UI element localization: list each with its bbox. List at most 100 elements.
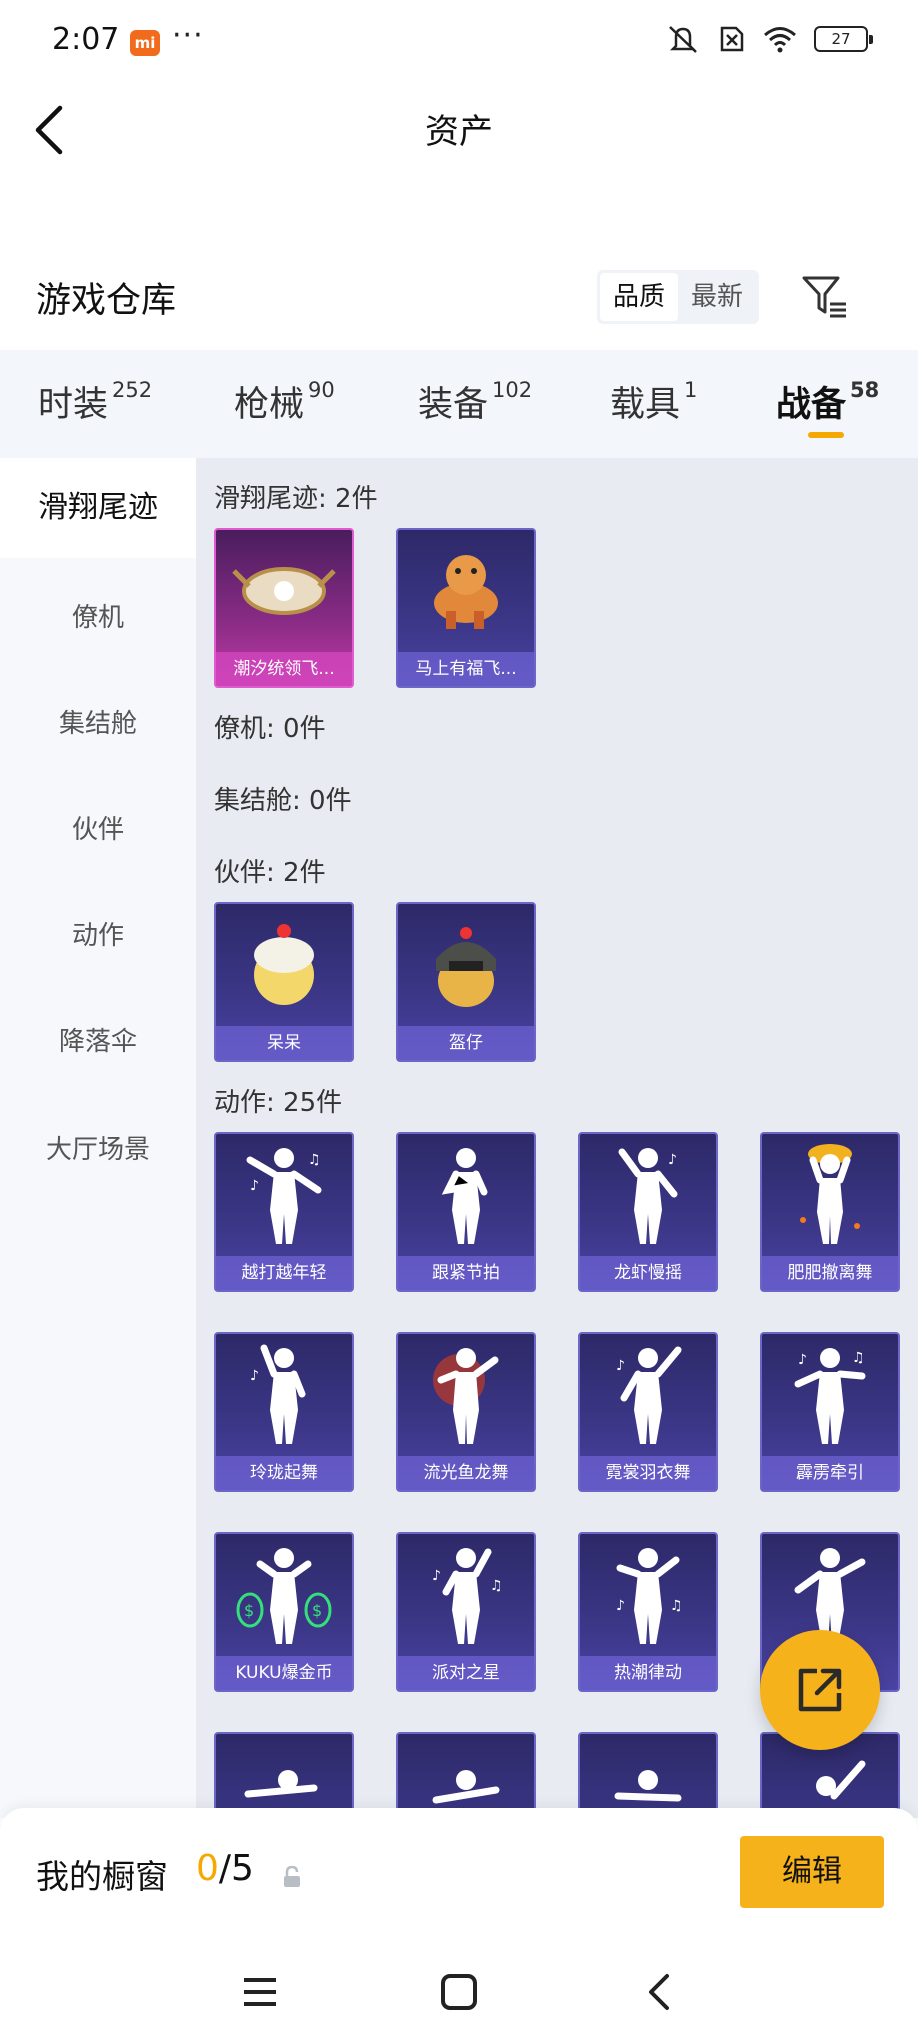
group-title-wingman: 僚机: 0件 — [214, 714, 326, 744]
dancer-silhouette-icon — [580, 1734, 716, 1818]
item-card[interactable] — [396, 1732, 536, 1818]
item-card[interactable]: ♪ 玲珑起舞 — [214, 1332, 354, 1492]
share-button[interactable] — [760, 1630, 880, 1750]
item-card[interactable]: 肥肥撤离舞 — [760, 1132, 900, 1292]
tab-equipment[interactable]: 装备 102 — [418, 376, 532, 427]
dancer-silhouette-icon: ♪ ♫ — [398, 1534, 534, 1656]
svg-text:♪: ♪ — [798, 1352, 807, 1368]
sidebar-item-parachute[interactable]: 降落伞 — [0, 992, 196, 1092]
dancer-silhouette-icon: ♪ ♫ — [762, 1334, 898, 1456]
item-card[interactable]: ♪ 霓裳羽衣舞 — [578, 1332, 718, 1492]
item-card[interactable]: ♪ ♫ 热潮律动 — [578, 1532, 718, 1692]
item-card[interactable] — [214, 1732, 354, 1818]
status-bar: 2:07 mi ··· 27 — [0, 0, 918, 82]
lock-icon — [284, 1866, 300, 1887]
tab-label: 时装 — [38, 385, 109, 425]
status-icons: 27 — [666, 24, 873, 54]
item-name: 越打越年轻 — [216, 1256, 352, 1290]
showcase-count: 0/5 — [196, 1848, 254, 1889]
svg-text:♪: ♪ — [432, 1568, 441, 1584]
tab-count: 102 — [492, 378, 533, 402]
sidebar-item-lobby-scene[interactable]: 大厅场景 — [0, 1100, 196, 1200]
partner-art — [216, 904, 352, 1026]
item-name: 热潮律动 — [580, 1656, 716, 1690]
item-name: 马上有福飞... — [398, 652, 534, 686]
item-name: 霹雳牵引 — [762, 1456, 898, 1490]
category-tabs: 时装 252 枪械 90 装备 102 载具 1 战备 58 — [0, 350, 918, 458]
edit-showcase-button[interactable]: 编辑 — [740, 1836, 884, 1908]
dancer-silhouette-icon: ♪ ♫ — [216, 1134, 352, 1256]
item-card[interactable]: ♪ ♫ 霹雳牵引 — [760, 1332, 900, 1492]
item-name: 龙虾慢摇 — [580, 1256, 716, 1290]
dancer-silhouette-icon — [398, 1734, 534, 1818]
item-card[interactable]: 马上有福飞... — [396, 528, 536, 688]
svg-text:♫: ♫ — [852, 1350, 865, 1366]
item-card[interactable]: 流光鱼龙舞 — [396, 1332, 536, 1492]
filter-button[interactable] — [800, 272, 850, 322]
item-card[interactable]: 潮汐统领飞... — [214, 528, 354, 688]
sidebar-item-wingman[interactable]: 僚机 — [0, 568, 196, 668]
more-dots-icon: ··· — [172, 18, 204, 53]
tab-fashion[interactable]: 时装 252 — [38, 376, 152, 427]
item-name: 呆呆 — [216, 1026, 352, 1060]
tab-count: 90 — [308, 378, 335, 402]
warehouse-title: 游戏仓库 — [36, 281, 177, 321]
item-card[interactable]: 跟紧节拍 — [396, 1132, 536, 1292]
tab-label: 战备 — [776, 385, 847, 425]
tab-combat-prep[interactable]: 战备 58 — [776, 376, 879, 427]
tab-count: 1 — [684, 378, 698, 402]
sort-toggle: 品质 最新 — [597, 270, 759, 324]
sidebar-item-partner[interactable]: 伙伴 — [0, 780, 196, 880]
showcase-label: 我的橱窗 — [36, 1857, 168, 1896]
tab-label: 枪械 — [234, 385, 305, 425]
tab-count: 252 — [112, 378, 153, 402]
dancer-silhouette-icon: ♪ ♫ — [580, 1534, 716, 1656]
battery-indicator: 27 — [814, 26, 873, 52]
item-card[interactable]: ♪ ♫ 派对之星 — [396, 1532, 536, 1692]
sidebar-item-emote[interactable]: 动作 — [0, 886, 196, 986]
svg-text:♪: ♪ — [616, 1598, 625, 1614]
tab-vehicles[interactable]: 载具 1 — [610, 376, 697, 427]
home-icon[interactable] — [437, 1970, 481, 2014]
svg-text:$: $ — [244, 1601, 254, 1620]
tab-label: 装备 — [418, 385, 489, 425]
item-name: 盔仔 — [398, 1026, 534, 1060]
svg-text:♪: ♪ — [250, 1368, 259, 1384]
group-title-pod: 集结舱: 0件 — [214, 786, 352, 816]
item-name: 流光鱼龙舞 — [398, 1456, 534, 1490]
item-card[interactable]: 盔仔 — [396, 902, 536, 1062]
sidebar-item-glide-trail[interactable]: 滑翔尾迹 — [0, 458, 196, 558]
system-nav-bar — [0, 1940, 918, 2040]
nav-back-icon[interactable] — [637, 1970, 681, 2014]
active-tab-indicator — [808, 432, 844, 438]
item-card[interactable]: ♪ ♫ 越打越年轻 — [214, 1132, 354, 1292]
mi-brand-icon: mi — [130, 30, 160, 56]
svg-text:♫: ♫ — [670, 1598, 683, 1614]
item-name: 玲珑起舞 — [216, 1456, 352, 1490]
item-card[interactable]: 呆呆 — [214, 902, 354, 1062]
dancer-silhouette-icon: $ $ — [216, 1534, 352, 1656]
subcategory-sidebar: 滑翔尾迹 僚机 集结舱 伙伴 动作 降落伞 大厅场景 — [0, 458, 196, 1818]
item-name: 肥肥撤离舞 — [762, 1256, 898, 1290]
tab-guns[interactable]: 枪械 90 — [234, 376, 335, 427]
showcase-current: 0 — [196, 1848, 219, 1889]
wifi-icon — [764, 27, 796, 53]
item-grid: 滑翔尾迹: 2件 潮汐统领飞... 马上有福飞... 僚机: 0件 集结舱: 0… — [196, 458, 918, 1818]
sort-quality-button[interactable]: 品质 — [600, 273, 678, 321]
status-time: 2:07 — [52, 22, 120, 57]
sort-latest-button[interactable]: 最新 — [678, 273, 756, 321]
item-name: 派对之星 — [398, 1656, 534, 1690]
sim-icon — [720, 26, 744, 52]
item-card[interactable] — [578, 1732, 718, 1818]
item-name: KUKU爆金币 — [216, 1656, 352, 1690]
svg-text:♫: ♫ — [308, 1152, 321, 1168]
item-name: 跟紧节拍 — [398, 1256, 534, 1290]
filter-icon — [802, 276, 846, 318]
sidebar-item-pod[interactable]: 集结舱 — [0, 674, 196, 774]
item-card[interactable]: ♪ 龙虾慢摇 — [578, 1132, 718, 1292]
app-root: 2:07 mi ··· 27 资产 游戏仓库 品质 最新 时装 252 枪械 9… — [0, 0, 918, 2040]
item-card[interactable]: $ $ KUKU爆金币 — [214, 1532, 354, 1692]
menu-icon[interactable] — [238, 1970, 282, 2014]
dancer-silhouette-icon — [398, 1134, 534, 1256]
dancer-silhouette-icon — [762, 1134, 898, 1256]
